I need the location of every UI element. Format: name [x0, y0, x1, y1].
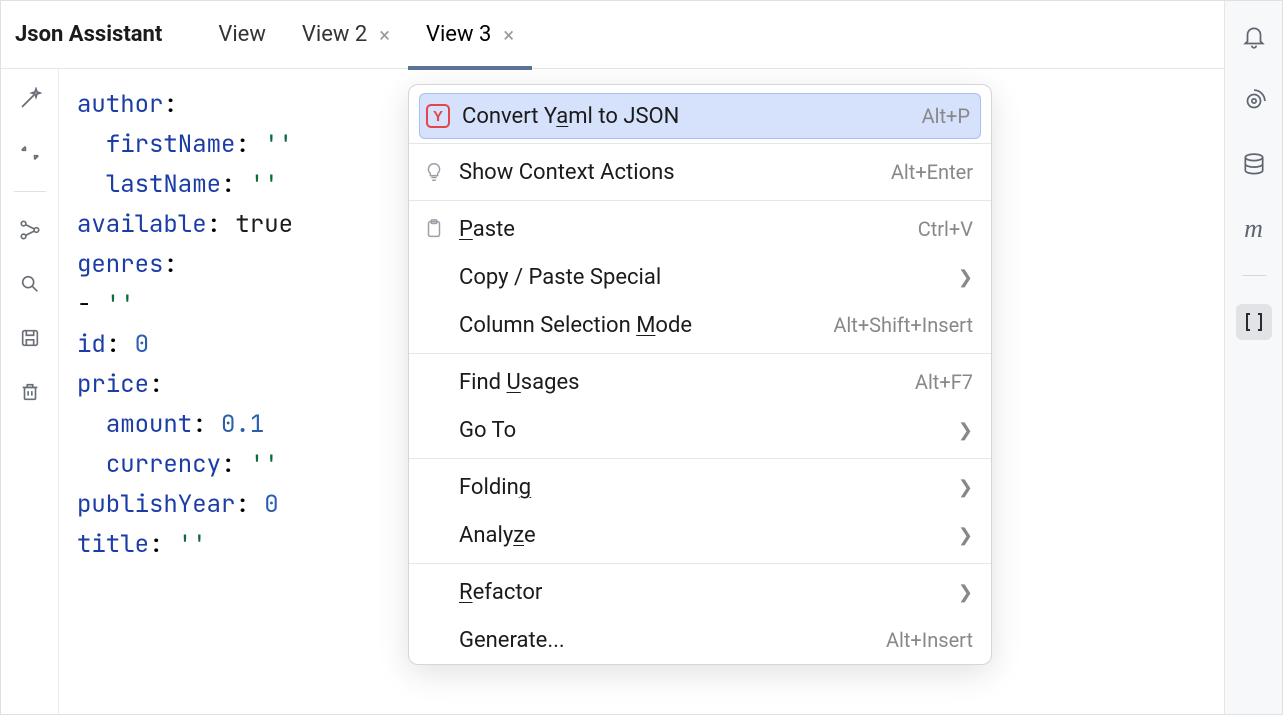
trash-icon[interactable]: [14, 376, 46, 408]
chevron-right-icon: ❯: [958, 582, 973, 603]
menu-folding[interactable]: Folding ❯: [409, 463, 991, 511]
menu-show-context-actions[interactable]: Show Context Actions Alt+Enter: [409, 148, 991, 196]
tab-view[interactable]: View: [200, 1, 284, 69]
tab-view-3[interactable]: View 3 ×: [408, 1, 532, 69]
close-icon[interactable]: ×: [503, 25, 514, 45]
menu-paste[interactable]: Paste Ctrl+V: [409, 205, 991, 253]
context-menu: Y Convert Yaml to JSON Alt+P Show Contex…: [408, 84, 992, 665]
tab-bar: Json Assistant View View 2 × View 3 ×: [1, 1, 1224, 69]
menu-convert-yaml-json[interactable]: Y Convert Yaml to JSON Alt+P: [419, 93, 981, 139]
chevron-right-icon: ❯: [958, 267, 973, 288]
divider: [1242, 275, 1266, 276]
menu-label: Go To: [459, 418, 958, 443]
menu-label: Folding: [459, 475, 958, 500]
menu-shortcut: Alt+Enter: [891, 160, 973, 184]
bulb-icon: [423, 161, 459, 183]
menu-label: Find Usages: [459, 370, 915, 395]
yaml-icon: Y: [426, 104, 462, 128]
tab-label: View 3: [426, 22, 491, 47]
menu-label: Convert Yaml to JSON: [462, 104, 922, 129]
app-title: Json Assistant: [15, 22, 162, 47]
menu-separator: [409, 353, 991, 354]
menu-shortcut: Alt+Shift+Insert: [833, 313, 973, 337]
menu-separator: [409, 200, 991, 201]
spiral-icon[interactable]: [1236, 83, 1272, 119]
chevron-right-icon: ❯: [958, 420, 973, 441]
wand-icon[interactable]: [14, 83, 46, 115]
close-icon[interactable]: ×: [379, 25, 390, 45]
menu-refactor[interactable]: Refactor ❯: [409, 568, 991, 616]
chevron-right-icon: ❯: [958, 525, 973, 546]
menu-separator: [409, 458, 991, 459]
chevron-right-icon: ❯: [958, 477, 973, 498]
left-toolbar: [1, 69, 59, 714]
menu-go-to[interactable]: Go To ❯: [409, 406, 991, 454]
menu-shortcut: Alt+F7: [915, 370, 973, 394]
menu-shortcut: Alt+P: [922, 104, 970, 128]
menu-label: Refactor: [459, 580, 958, 605]
graph-icon[interactable]: [14, 214, 46, 246]
menu-label: Copy / Paste Special: [459, 265, 958, 290]
database-icon[interactable]: [1236, 147, 1272, 183]
menu-label: Paste: [459, 217, 918, 242]
menu-column-selection-mode[interactable]: Column Selection Mode Alt+Shift+Insert: [409, 301, 991, 349]
makefile-icon[interactable]: m: [1236, 211, 1272, 247]
menu-label: Generate...: [459, 628, 886, 653]
menu-find-usages[interactable]: Find Usages Alt+F7: [409, 358, 991, 406]
collapse-icon[interactable]: [14, 137, 46, 169]
tab-view-2[interactable]: View 2 ×: [284, 1, 408, 69]
menu-generate[interactable]: Generate... Alt+Insert: [409, 616, 991, 664]
tab-label: View 2: [302, 22, 367, 47]
menu-separator: [409, 143, 991, 144]
brackets-icon[interactable]: [1236, 304, 1272, 340]
right-toolbar: m: [1224, 1, 1282, 714]
tab-label: View: [218, 22, 266, 47]
menu-copy-paste-special[interactable]: Copy / Paste Special ❯: [409, 253, 991, 301]
menu-label: Column Selection Mode: [459, 313, 833, 338]
save-icon[interactable]: [14, 322, 46, 354]
menu-analyze[interactable]: Analyze ❯: [409, 511, 991, 559]
clipboard-icon: [423, 218, 459, 240]
menu-shortcut: Ctrl+V: [918, 217, 973, 241]
menu-separator: [409, 563, 991, 564]
menu-label: Analyze: [459, 523, 958, 548]
menu-label: Show Context Actions: [459, 160, 891, 185]
search-icon[interactable]: [14, 268, 46, 300]
divider: [14, 191, 46, 192]
menu-shortcut: Alt+Insert: [886, 628, 973, 652]
bell-icon[interactable]: [1236, 19, 1272, 55]
